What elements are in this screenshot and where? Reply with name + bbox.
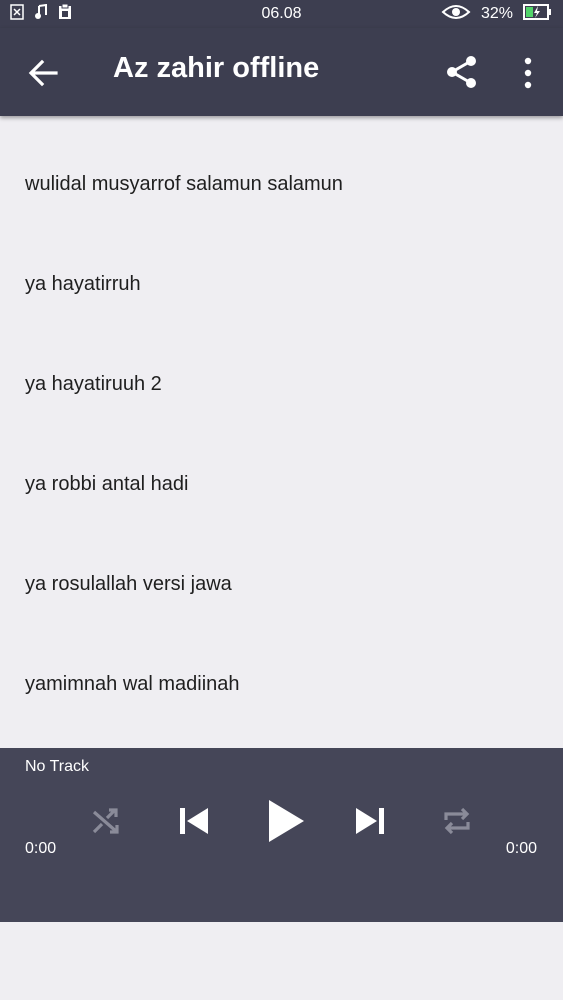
play-button[interactable] [266,798,306,844]
shuffle-icon [92,808,119,834]
battery-charging-icon [523,3,553,26]
battery-percent: 32% [480,5,513,22]
more-vert-icon [524,57,532,89]
next-track-button[interactable] [353,804,387,838]
arrow-back-icon [28,59,58,87]
previous-track-button[interactable] [177,804,211,838]
elapsed-time: 0:00 [25,840,57,857]
status-bar: 06.08 32% [0,0,563,28]
back-button[interactable] [26,58,60,88]
clipboard-icon [58,3,72,25]
track-item[interactable]: ya hayatirruh [0,234,563,334]
shuffle-button[interactable] [90,805,122,837]
notification-close-icon [10,3,24,25]
eye-icon [441,3,471,26]
track-item[interactable]: ya robbi antal hadi [0,434,563,534]
status-time: 06.08 [261,5,302,22]
track-item[interactable]: ya hayatiruuh 2 [0,334,563,434]
more-options-button[interactable] [516,56,540,90]
music-player: No Track 0:00 0:00 [0,748,563,922]
repeat-button[interactable] [441,805,473,837]
share-button[interactable] [444,54,480,90]
bottom-area [0,922,563,1000]
page-title: Az zahir offline [113,52,320,84]
repeat-icon [444,807,470,835]
track-item[interactable]: wulidal musyarrof salamun salamun [0,134,563,234]
skip-previous-icon [180,808,208,834]
current-track-name: No Track [25,758,90,775]
music-note-icon [34,3,48,25]
play-icon [269,800,304,842]
track-item[interactable]: yamimnah wal madiinah [0,634,563,734]
share-icon [447,56,476,88]
app-bar: Az zahir offline [0,28,563,116]
track-list: wulidal musyarrof salamun salamun ya hay… [0,134,563,734]
status-right: 32% [441,3,553,26]
status-left [10,3,72,25]
track-item[interactable]: ya rosulallah versi jawa [0,534,563,634]
total-duration: 0:00 [505,840,537,857]
skip-next-icon [356,808,384,834]
